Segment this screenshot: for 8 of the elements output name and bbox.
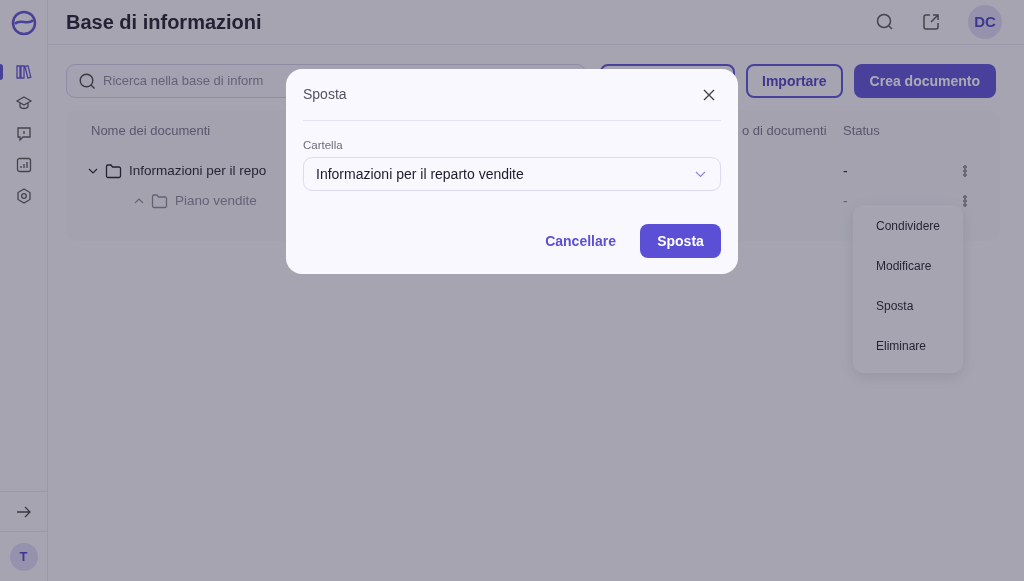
status-cell-text: - [843, 161, 848, 181]
dialog-title: Sposta [303, 85, 348, 104]
field-label: Cartella [303, 138, 343, 153]
column-header: Status [843, 122, 880, 140]
column-header: Nome dei documenti [91, 122, 211, 140]
column-header: o di documenti [742, 122, 827, 140]
page-title: Base di informazioni [66, 10, 262, 35]
status-cell-text: - [843, 191, 848, 211]
